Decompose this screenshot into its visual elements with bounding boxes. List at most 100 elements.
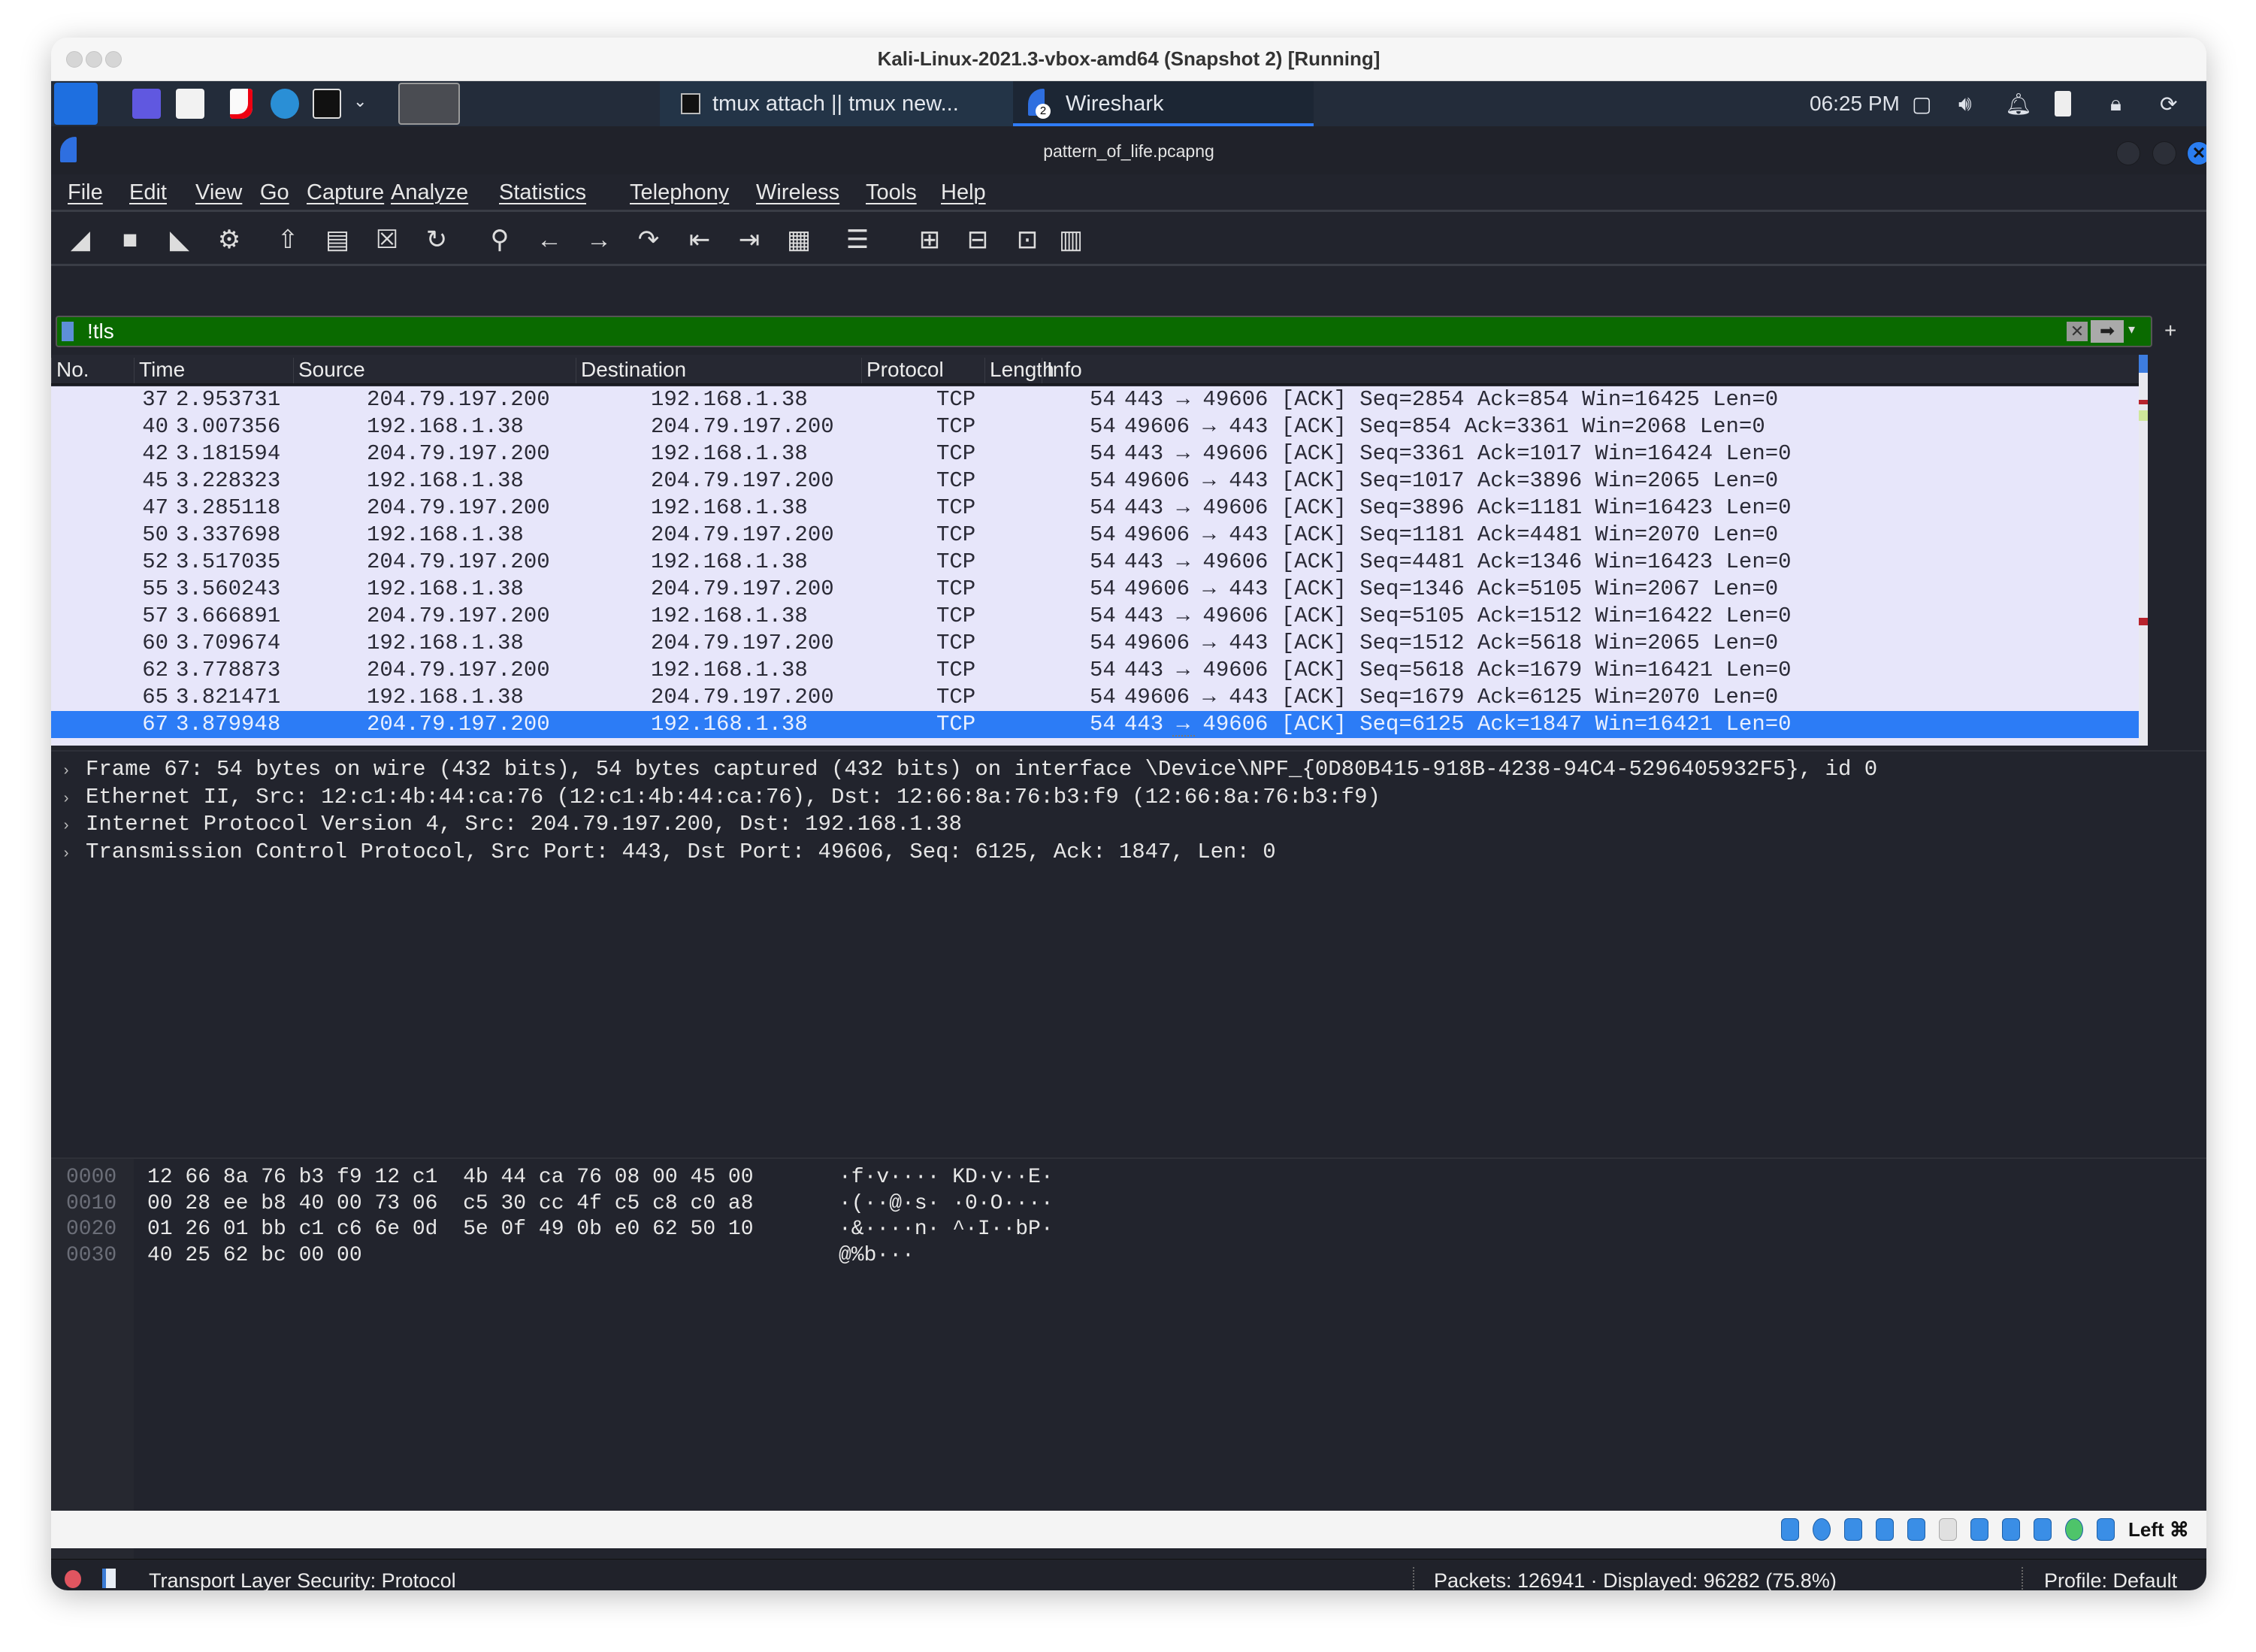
chevron-down-icon[interactable]: ⌄ bbox=[353, 92, 367, 111]
menu-telephony[interactable]: Telephony bbox=[630, 180, 729, 205]
go-to-packet-icon[interactable]: ↷ bbox=[633, 222, 664, 257]
packet-row[interactable]: 40 3.007356 192.168.1.38 204.79.197.200 TCP 5… bbox=[51, 413, 2139, 440]
clock[interactable]: 06:25 PM bbox=[1810, 92, 1900, 116]
packet-row[interactable]: 65 3.821471 192.168.1.38 204.79.197.200 TCP 5… bbox=[51, 684, 2139, 711]
hex-ascii[interactable]: ·f·v···· KD·v··E· bbox=[839, 1165, 1054, 1191]
text-editor-icon[interactable] bbox=[230, 89, 253, 119]
close-file-icon[interactable]: ☒ bbox=[371, 222, 403, 257]
kali-menu-icon[interactable] bbox=[54, 83, 98, 125]
menu-tools[interactable]: Tools bbox=[866, 180, 917, 205]
shared-folders-icon[interactable] bbox=[1939, 1518, 1957, 1541]
expand-arrow-icon[interactable]: › bbox=[62, 758, 86, 785]
menu-go[interactable]: Go bbox=[260, 180, 289, 205]
menu-capture[interactable]: Capture bbox=[307, 180, 384, 205]
close-button[interactable]: ✕ bbox=[2187, 141, 2206, 165]
shark-fin-start-icon[interactable]: ◢ bbox=[65, 222, 96, 257]
optical-drive-icon[interactable] bbox=[1813, 1518, 1831, 1541]
audio-icon[interactable] bbox=[1844, 1518, 1862, 1541]
expert-info-icon[interactable] bbox=[65, 1570, 81, 1588]
expand-arrow-icon[interactable]: › bbox=[62, 786, 86, 813]
display-icon[interactable]: ▢ bbox=[1912, 92, 1931, 116]
video-capture-icon[interactable] bbox=[2002, 1518, 2020, 1541]
last-packet-icon[interactable]: ⇥ bbox=[733, 222, 765, 257]
hex-ascii[interactable]: ·(··@·s· ·0·O···· bbox=[839, 1191, 1054, 1217]
packet-row-selected[interactable]: 67 3.879948 204.79.197.200 192.168.1.38 TCP 5… bbox=[51, 711, 2139, 738]
hex-bytes[interactable]: 40 25 62 bc 00 00 bbox=[147, 1243, 362, 1269]
back-arrow-icon[interactable]: ← bbox=[534, 222, 565, 257]
colorize-icon[interactable]: ☰ bbox=[842, 222, 873, 257]
packet-row[interactable]: 57 3.666891 204.79.197.200 192.168.1.38 TCP 5… bbox=[51, 603, 2139, 630]
packet-row[interactable]: 47 3.285118 204.79.197.200 192.168.1.38 TCP 5… bbox=[51, 495, 2139, 522]
first-packet-icon[interactable]: ⇤ bbox=[684, 222, 715, 257]
splitter-handle[interactable] bbox=[1172, 735, 1195, 741]
display-filter-input[interactable] bbox=[87, 317, 2041, 346]
capture-comment-icon[interactable] bbox=[102, 1569, 116, 1588]
packet-row[interactable]: 55 3.560243 192.168.1.38 204.79.197.200 TCP 5… bbox=[51, 576, 2139, 603]
power-icon[interactable]: ⟳ bbox=[2160, 92, 2177, 116]
packet-row[interactable]: 45 3.228323 192.168.1.38 204.79.197.200 TCP 5… bbox=[51, 467, 2139, 495]
add-filter-button[interactable]: + bbox=[2164, 319, 2176, 343]
column-header-info[interactable]: Info bbox=[1042, 358, 1082, 383]
terminal-icon[interactable] bbox=[313, 89, 341, 119]
menu-help[interactable]: Help bbox=[941, 180, 986, 205]
notification-bell-icon[interactable]: 🔔︎ bbox=[2005, 92, 2032, 116]
expand-arrow-icon[interactable]: › bbox=[62, 813, 86, 840]
detail-tree-item[interactable]: › Transmission Control Protocol, Src Port… bbox=[62, 839, 1276, 866]
zoom-out-icon[interactable]: ⊟ bbox=[962, 222, 993, 257]
menu-statistics[interactable]: Statistics bbox=[499, 180, 586, 205]
hex-bytes[interactable]: 00 28 ee b8 40 00 73 06 c5 30 cc 4f c5 c… bbox=[147, 1191, 754, 1217]
normal-size-icon[interactable]: ⊡ bbox=[1012, 222, 1043, 257]
menu-view[interactable]: View bbox=[195, 180, 242, 205]
hex-ascii[interactable]: @%b··· bbox=[839, 1243, 915, 1269]
mouse-integration-icon[interactable] bbox=[2097, 1518, 2115, 1541]
packet-row[interactable]: 42 3.181594 204.79.197.200 192.168.1.38 TCP 5… bbox=[51, 440, 2139, 467]
column-header-time[interactable]: Time bbox=[134, 358, 185, 383]
save-icon[interactable]: ▤ bbox=[322, 222, 353, 257]
packet-row-partial[interactable] bbox=[51, 738, 2139, 746]
battery-icon[interactable] bbox=[2055, 91, 2071, 116]
zoom-in-icon[interactable]: ⊞ bbox=[914, 222, 945, 257]
scrollbar-thumb[interactable] bbox=[2139, 355, 2148, 373]
display-icon[interactable] bbox=[1970, 1518, 1988, 1541]
column-header-no[interactable]: No. bbox=[51, 358, 89, 383]
packet-row[interactable]: 37 2.953731 204.79.197.200 192.168.1.38 TCP 5… bbox=[51, 386, 2139, 413]
network-icon[interactable] bbox=[1876, 1518, 1894, 1541]
hard-disk-icon[interactable] bbox=[1781, 1518, 1799, 1541]
detail-tree-item[interactable]: › Ethernet II, Src: 12:c1:4b:44:ca:76 (12… bbox=[62, 784, 1381, 811]
menu-file[interactable]: File bbox=[68, 180, 103, 205]
filter-history-dropdown-icon[interactable]: ▾ bbox=[2128, 322, 2135, 337]
wireshark-launcher-icon[interactable] bbox=[398, 83, 460, 125]
forward-arrow-icon[interactable]: → bbox=[583, 222, 615, 257]
packet-row[interactable]: 60 3.709674 192.168.1.38 204.79.197.200 TCP 5… bbox=[51, 630, 2139, 657]
lock-icon[interactable]: 🔒︎ bbox=[2110, 92, 2121, 116]
column-header-protocol[interactable]: Protocol bbox=[861, 358, 944, 383]
hex-bytes[interactable]: 01 26 01 bb c1 c6 6e 0d 5e 0f 49 0b e0 6… bbox=[147, 1217, 754, 1242]
search-icon[interactable]: ⚲ bbox=[484, 222, 516, 257]
stop-icon[interactable]: ■ bbox=[114, 222, 146, 257]
options-gear-icon[interactable]: ⚙ bbox=[213, 222, 245, 257]
volume-icon[interactable]: 🔊︎ bbox=[1958, 92, 1972, 116]
packet-row[interactable]: 62 3.778873 204.79.197.200 192.168.1.38 TCP 5… bbox=[51, 657, 2139, 684]
bookmark-icon[interactable] bbox=[62, 322, 74, 341]
detail-tree-item[interactable]: › Frame 67: 54 bytes on wire (432 bits), … bbox=[62, 756, 1877, 783]
restart-icon[interactable]: ◣ bbox=[164, 222, 195, 257]
autoscroll-icon[interactable]: ▦ bbox=[783, 222, 815, 257]
open-icon[interactable]: ⇧ bbox=[272, 222, 304, 257]
task-wireshark[interactable]: 2 Wireshark bbox=[1013, 81, 1314, 126]
column-header-source[interactable]: Source bbox=[293, 358, 365, 383]
file-manager-icon[interactable] bbox=[176, 89, 204, 119]
guest-additions-icon[interactable] bbox=[2065, 1518, 2083, 1541]
detail-tree-item[interactable]: › Internet Protocol Version 4, Src: 204.7… bbox=[62, 811, 962, 838]
packet-row[interactable]: 52 3.517035 204.79.197.200 192.168.1.38 TCP 5… bbox=[51, 549, 2139, 576]
profile-selector[interactable]: Profile: Default bbox=[2044, 1569, 2177, 1590]
reload-icon[interactable]: ↻ bbox=[421, 222, 452, 257]
expand-arrow-icon[interactable]: › bbox=[62, 841, 86, 868]
menu-wireless[interactable]: Wireless bbox=[756, 180, 839, 205]
menu-edit[interactable]: Edit bbox=[129, 180, 167, 205]
browser-globe-icon[interactable] bbox=[271, 89, 299, 119]
packet-row[interactable]: 50 3.337698 192.168.1.38 204.79.197.200 TCP 5… bbox=[51, 522, 2139, 549]
cpu-icon[interactable] bbox=[2034, 1518, 2052, 1541]
packet-list-scrollbar[interactable] bbox=[2139, 355, 2148, 746]
column-header-destination[interactable]: Destination bbox=[576, 358, 686, 383]
hex-bytes[interactable]: 12 66 8a 76 b3 f9 12 c1 4b 44 ca 76 08 0… bbox=[147, 1165, 754, 1191]
